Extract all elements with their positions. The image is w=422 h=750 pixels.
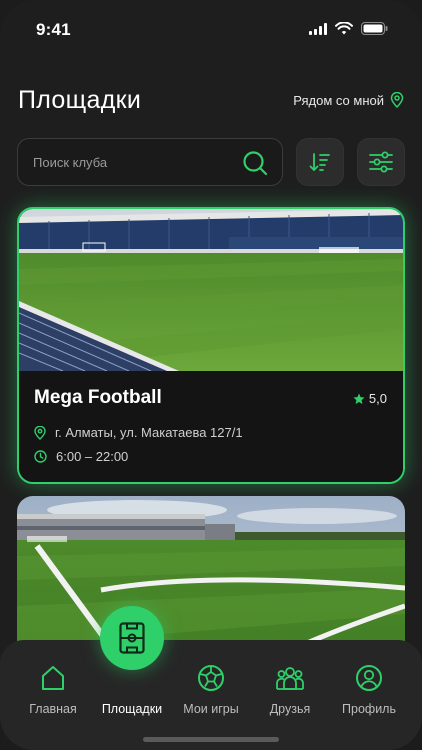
nav-fields[interactable]: Площадки <box>90 664 174 716</box>
rating-value: 5,0 <box>368 391 387 406</box>
status-time: 9:41 <box>36 20 71 39</box>
nav-label: Друзья <box>269 702 311 716</box>
search-box <box>17 138 283 186</box>
location-pin-icon <box>34 425 46 440</box>
nav-friends[interactable]: Друзья <box>248 664 332 716</box>
club-hours: 6:00 – 22:00 <box>34 449 128 464</box>
signal-icon <box>309 22 327 35</box>
status-bar: 9:41 <box>0 0 422 60</box>
profile-icon <box>356 665 382 691</box>
ball-icon <box>198 665 224 691</box>
nav-label: Мои игры <box>183 702 239 716</box>
nav-label: Главная <box>29 702 77 716</box>
nav-home[interactable]: Главная <box>11 664 95 716</box>
status-icons <box>309 22 388 35</box>
nearby-button[interactable]: Рядом со мной <box>293 92 404 108</box>
nearby-label: Рядом со мной <box>293 92 384 108</box>
search-icon[interactable] <box>242 150 268 176</box>
app-screen: 9:41 Площадки Рядом со мной Поиск клуба … <box>0 0 422 750</box>
location-pin-icon <box>390 92 404 108</box>
fields-fab-button[interactable] <box>100 606 164 670</box>
star-icon <box>353 393 365 404</box>
search-input[interactable] <box>33 139 233 185</box>
hours-text: 6:00 – 22:00 <box>56 449 129 464</box>
friends-icon <box>276 667 304 690</box>
stadium-photo <box>19 209 403 371</box>
filter-sliders-icon <box>369 151 393 173</box>
sort-button[interactable] <box>296 138 344 186</box>
sort-icon <box>309 153 330 171</box>
nav-label: Профиль <box>342 702 396 716</box>
wifi-icon <box>335 22 353 35</box>
nav-my-games[interactable]: Мои игры <box>169 664 253 716</box>
address-text: г. Алматы, ул. Макатаева 127/1 <box>55 425 243 440</box>
club-name: Mega Football <box>34 387 162 408</box>
card-info: Mega Football 5,0 г. Алматы, ул. Макатае… <box>19 371 403 482</box>
home-indicator <box>143 737 279 742</box>
clock-icon <box>34 450 47 463</box>
battery-icon <box>361 22 388 35</box>
nav-profile[interactable]: Профиль <box>327 664 411 716</box>
club-card[interactable]: Mega Football 5,0 г. Алматы, ул. Макатае… <box>17 207 405 484</box>
club-rating: 5,0 <box>353 391 387 406</box>
nav-label: Площадки <box>101 702 163 716</box>
field-icon <box>119 622 145 654</box>
home-icon <box>42 666 64 690</box>
bottom-nav: Главная Площадки Мои игры Друзья Профиль <box>0 640 422 750</box>
page-title: Площадки <box>18 86 142 114</box>
club-address: г. Алматы, ул. Макатаева 127/1 <box>34 425 243 440</box>
filter-button[interactable] <box>357 138 405 186</box>
